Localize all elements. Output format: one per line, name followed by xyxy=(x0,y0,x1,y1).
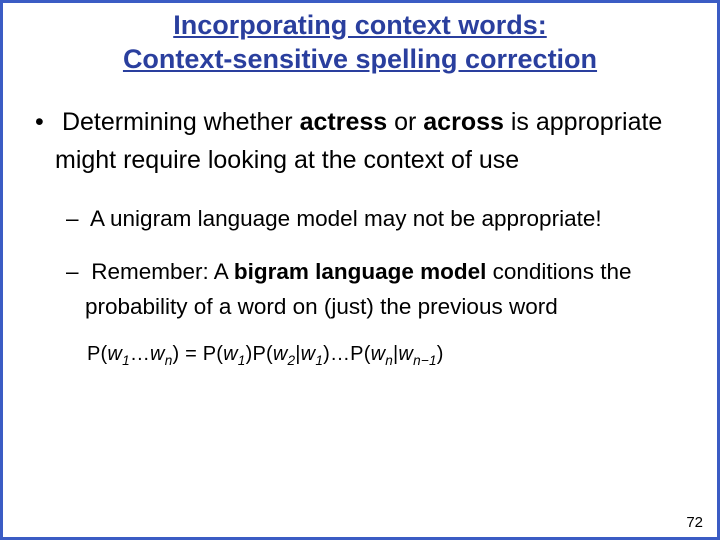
page-number: 72 xyxy=(686,514,703,531)
f: = xyxy=(179,343,202,365)
bold-actress: actress xyxy=(300,108,388,136)
f: P( xyxy=(87,343,107,365)
f: P( xyxy=(350,343,370,365)
main-bullet: Determining whether actress or across is… xyxy=(31,103,689,181)
f: w xyxy=(273,343,288,365)
title-line-1: Incorporating context words: xyxy=(173,10,547,40)
bold-across: across xyxy=(423,108,504,136)
f: w xyxy=(150,343,165,365)
bold-bigram: bigram language model xyxy=(234,259,487,284)
probability-formula: P(w1…wn) = P(w1)P(w2|w1)…P(wn|wn−1) xyxy=(31,343,689,366)
f: w xyxy=(301,343,316,365)
f: ) xyxy=(323,343,330,365)
f: w xyxy=(107,343,122,365)
sub-bullet-2: Remember: A bigram language model condit… xyxy=(31,255,689,325)
f: 1 xyxy=(315,353,323,368)
f: ) xyxy=(437,343,444,365)
f: n−1 xyxy=(413,353,437,368)
text: A unigram language model may not be appr… xyxy=(90,206,602,231)
f: n xyxy=(385,353,393,368)
f: P( xyxy=(203,343,223,365)
f: … xyxy=(130,343,150,365)
f: w xyxy=(398,343,413,365)
f: 1 xyxy=(238,353,246,368)
slide-title: Incorporating context words: Context-sen… xyxy=(31,9,689,77)
text: or xyxy=(387,108,423,136)
title-line-2: Context-sensitive spelling correction xyxy=(123,44,597,74)
text: Determining whether xyxy=(62,108,300,136)
f: w xyxy=(371,343,386,365)
f: w xyxy=(223,343,238,365)
slide: Incorporating context words: Context-sen… xyxy=(3,3,717,537)
text: Remember: A xyxy=(91,259,234,284)
sub-bullet-1: A unigram language model may not be appr… xyxy=(31,202,689,237)
f: P( xyxy=(252,343,272,365)
f: 1 xyxy=(122,353,130,368)
f: … xyxy=(330,343,350,365)
